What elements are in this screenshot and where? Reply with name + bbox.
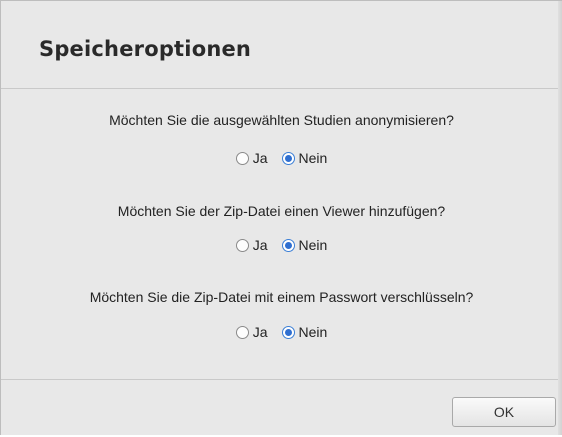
question-encrypt: Möchten Sie die Zip-Datei mit einem Pass… <box>89 289 474 305</box>
dialog-footer: OK <box>1 379 562 437</box>
dialog-body: Möchten Sie die ausgewählten Studien ano… <box>1 90 562 380</box>
radio-label: Ja <box>252 324 268 340</box>
radio-checked-icon[interactable] <box>281 325 295 339</box>
radio-group-add-viewer: Ja Nein <box>1 237 562 253</box>
radio-anonymize-ja[interactable]: Ja <box>235 150 268 166</box>
radio-group-anonymize: Ja Nein <box>1 150 562 166</box>
radio-label: Nein <box>298 237 328 253</box>
save-options-dialog: Speicheroptionen Möchten Sie die ausgewä… <box>0 0 562 435</box>
radio-checked-icon[interactable] <box>281 238 295 252</box>
ok-button[interactable]: OK <box>452 397 556 427</box>
question-anonymize: Möchten Sie die ausgewählten Studien ano… <box>109 112 454 128</box>
radio-add-viewer-ja[interactable]: Ja <box>235 237 268 253</box>
dialog-title: Speicheroptionen <box>39 37 252 61</box>
radio-unchecked-icon[interactable] <box>235 151 249 165</box>
radio-encrypt-ja[interactable]: Ja <box>235 324 268 340</box>
radio-label: Ja <box>252 237 268 253</box>
radio-anonymize-nein[interactable]: Nein <box>281 150 328 166</box>
dialog-header: Speicheroptionen <box>1 1 562 89</box>
radio-checked-icon[interactable] <box>281 151 295 165</box>
radio-unchecked-icon[interactable] <box>235 238 249 252</box>
radio-encrypt-nein[interactable]: Nein <box>281 324 328 340</box>
radio-label: Ja <box>252 150 268 166</box>
radio-group-encrypt: Ja Nein <box>1 324 562 340</box>
radio-label: Nein <box>298 150 328 166</box>
radio-label: Nein <box>298 324 328 340</box>
radio-add-viewer-nein[interactable]: Nein <box>281 237 328 253</box>
radio-unchecked-icon[interactable] <box>235 325 249 339</box>
question-add-viewer: Möchten Sie der Zip-Datei einen Viewer h… <box>117 203 446 219</box>
